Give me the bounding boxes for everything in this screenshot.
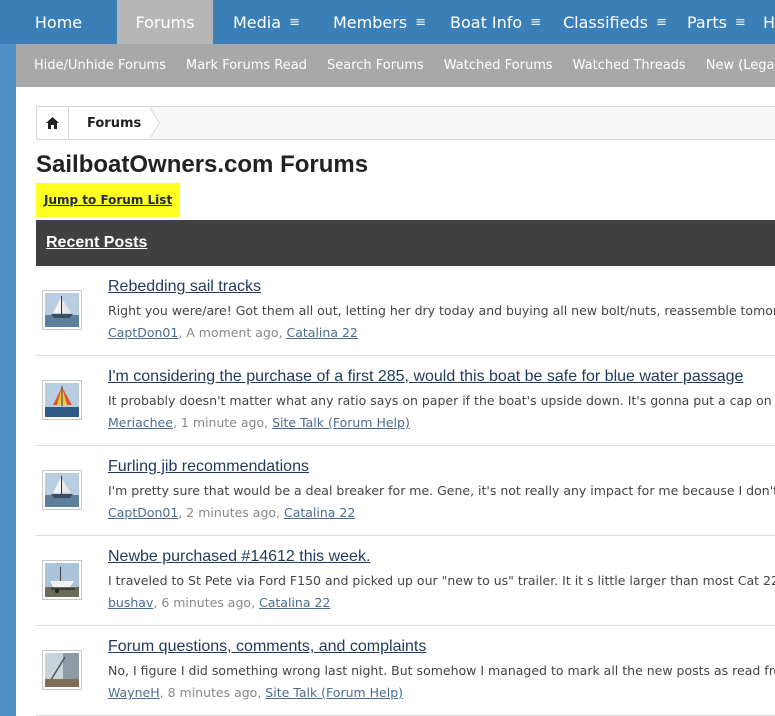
subnav-link-watched-forums[interactable]: Watched Forums (434, 58, 563, 73)
post-meta: CaptDon01, A moment ago, Catalina 22 (108, 325, 358, 340)
post-meta: WayneH, 8 minutes ago, Site Talk (Forum … (108, 685, 403, 700)
recent-posts-header: Recent Posts (36, 220, 775, 266)
forum-subnav: Hide/Unhide Forums Mark Forums Read Search… (16, 44, 775, 87)
post-time: 2 minutes ago (186, 505, 277, 520)
nav-tab-label: Boat Info (450, 12, 523, 32)
post-time: 6 minutes ago (161, 595, 252, 610)
meta-separator: , (278, 325, 287, 340)
post-meta: CaptDon01, 2 minutes ago, Catalina 22 (108, 505, 355, 520)
menu-icon[interactable]: ≡ (289, 15, 300, 30)
subnav-link-hide-unhide-forums[interactable]: Hide/Unhide Forums (16, 58, 176, 73)
nav-tab-label: Forums (135, 12, 195, 32)
meta-separator: , (276, 505, 284, 520)
recent-posts-list: Rebedding sail tracks Right you were/are!… (36, 266, 775, 716)
post-author-link[interactable]: WayneH (108, 685, 160, 700)
jump-to-forum-list-link[interactable]: Jump to Forum List (36, 183, 181, 217)
subnav-link-search-forums[interactable]: Search Forums (317, 58, 434, 73)
post-title-link[interactable]: Furling jib recommendations (108, 458, 309, 476)
post-title-link[interactable]: Rebedding sail tracks (108, 278, 261, 296)
spinnaker-avatar[interactable] (42, 380, 82, 420)
nav-tab-label: Home (34, 12, 83, 32)
breadcrumb-home[interactable] (37, 107, 69, 139)
post-title-link[interactable]: I'm considering the purchase of a first … (108, 368, 743, 386)
menu-icon[interactable]: ≡ (415, 15, 426, 30)
subnav-link-new-legacy[interactable]: New (Legacy) (696, 58, 775, 73)
nav-tab-label: Media (233, 12, 282, 32)
nav-tab-home[interactable]: Home (0, 0, 117, 44)
nav-tab-h[interactable]: H (759, 0, 775, 44)
nav-tab-forums[interactable]: Forums (117, 0, 213, 44)
menu-icon[interactable]: ≡ (530, 15, 541, 30)
meta-separator: , (251, 595, 260, 610)
nav-tab-boat-info[interactable]: Boat Info ≡ (430, 0, 543, 44)
meta-separator: , (159, 685, 168, 700)
subnav-link-mark-forums-read[interactable]: Mark Forums Read (176, 58, 317, 73)
post-snippet: Right you were/are! Got them all out, le… (108, 303, 775, 318)
avatar-image (45, 473, 79, 507)
post-author-link[interactable]: CaptDon01 (108, 325, 178, 340)
boat-trailer-avatar[interactable] (42, 560, 82, 600)
post-time: A moment ago (186, 325, 279, 340)
post-meta: bushav, 6 minutes ago, Catalina 22 (108, 595, 330, 610)
menu-icon[interactable]: ≡ (735, 15, 746, 30)
post-item: Newbe purchased #14612 this week. I trave… (36, 536, 775, 626)
meta-separator: , (264, 415, 273, 430)
post-meta: Meriachee, 1 minute ago, Site Talk (Foru… (108, 415, 410, 430)
post-snippet: I'm pretty sure that would be a deal bre… (108, 483, 775, 498)
post-forum-link[interactable]: Site Talk (Forum Help) (265, 685, 403, 700)
main-content: Forums SailboatOwners.com Forums Jump to… (16, 87, 775, 716)
post-title-link[interactable]: Newbe purchased #14612 this week. (108, 548, 370, 566)
breadcrumb: Forums (36, 106, 775, 140)
post-forum-link[interactable]: Catalina 22 (284, 505, 355, 520)
avatar-image (45, 293, 79, 327)
avatar-image (45, 383, 79, 417)
deck-avatar[interactable] (42, 650, 82, 690)
post-forum-link[interactable]: Catalina 22 (287, 325, 358, 340)
nav-tab-label: Members (333, 12, 408, 32)
post-author-link[interactable]: Meriachee (108, 415, 173, 430)
post-item: Furling jib recommendations I'm pretty su… (36, 446, 775, 536)
post-item: I'm considering the purchase of a first … (36, 356, 775, 446)
nav-tab-media[interactable]: Media ≡ (213, 0, 313, 44)
post-time: 8 minutes ago (167, 685, 258, 700)
nav-tab-classifieds[interactable]: Classifieds ≡ (543, 0, 667, 44)
post-title-link[interactable]: Forum questions, comments, and complaint… (108, 638, 426, 656)
recent-posts-link[interactable]: Recent Posts (46, 234, 147, 252)
post-item: Forum questions, comments, and complaint… (36, 626, 775, 716)
post-forum-link[interactable]: Site Talk (Forum Help) (272, 415, 410, 430)
sailboat-avatar[interactable] (42, 470, 82, 510)
home-icon (46, 117, 59, 129)
breadcrumb-forums[interactable]: Forums (69, 107, 161, 139)
subnav-link-watched-threads[interactable]: Watched Threads (563, 58, 696, 73)
post-time: 1 minute ago (180, 415, 265, 430)
post-author-link[interactable]: CaptDon01 (108, 505, 178, 520)
post-author-link[interactable]: bushav (108, 595, 153, 610)
top-navigation: Home Forums Media ≡ Members ≡ Boat Info ≡ Classi… (0, 0, 775, 44)
post-forum-link[interactable]: Catalina 22 (259, 595, 330, 610)
nav-tab-parts[interactable]: Parts ≡ (667, 0, 759, 44)
nav-tab-members[interactable]: Members ≡ (313, 0, 430, 44)
avatar-image (45, 653, 79, 687)
menu-icon[interactable]: ≡ (656, 15, 667, 30)
avatar-image (45, 563, 79, 597)
post-snippet: I traveled to St Pete via Ford F150 and … (108, 573, 775, 588)
nav-tab-label: Parts (687, 12, 727, 32)
nav-tab-label: H (762, 12, 775, 32)
nav-tab-label: Classifieds (563, 12, 648, 32)
meta-separator: , (172, 415, 181, 430)
post-item: Rebedding sail tracks Right you were/are!… (36, 266, 775, 356)
post-snippet: It probably doesn't matter what any rati… (108, 393, 775, 408)
sailboat-avatar[interactable] (42, 290, 82, 330)
post-snippet: No, I figure I did something wrong last … (108, 663, 775, 678)
page-title: SailboatOwners.com Forums (36, 151, 369, 178)
